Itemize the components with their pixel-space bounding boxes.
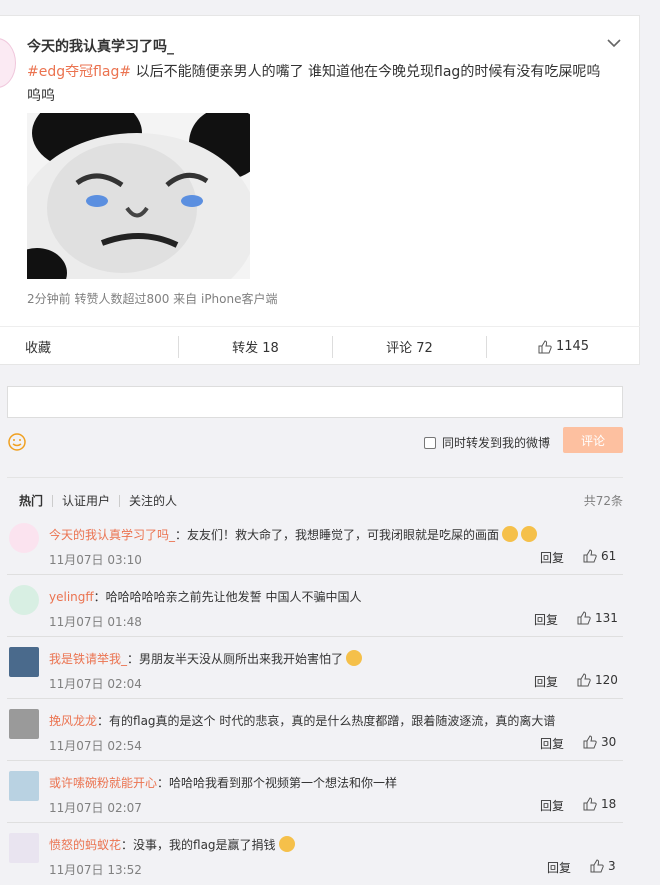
commenter-avatar[interactable]: [9, 771, 39, 801]
comment-like-button[interactable]: 131: [577, 611, 618, 625]
emoji-icon: [521, 526, 538, 542]
comment-time: 11月07日 02:07: [49, 801, 142, 815]
topic-tag-link[interactable]: #edg夺冠flag#: [27, 64, 131, 80]
repost-button[interactable]: 转发 18: [179, 335, 333, 358]
like-button[interactable]: 1145: [487, 336, 640, 358]
comment-like-button[interactable]: 3: [590, 859, 616, 873]
commenter-avatar[interactable]: [9, 647, 39, 677]
reply-button[interactable]: 回复: [534, 673, 558, 690]
comment-text: ：哈哈哈我看到那个视频第一个想法和你一样: [157, 776, 398, 790]
commenter-name[interactable]: yelingff: [49, 590, 94, 604]
commenter-name[interactable]: 我是铁请举我_: [49, 652, 127, 666]
comment-time: 11月07日 02:54: [49, 739, 142, 753]
thumbs-up-icon: [538, 339, 552, 353]
reply-button[interactable]: 回复: [534, 611, 558, 628]
commenter-name[interactable]: 或许嗦碗粉就能开心: [49, 776, 157, 790]
page-scrollbar-track[interactable]: [645, 0, 660, 876]
emoji-icon: [278, 836, 295, 852]
comment-time: 11月07日 03:10: [49, 553, 142, 567]
author-avatar[interactable]: [0, 38, 16, 88]
comment-input[interactable]: [7, 386, 623, 418]
thumbs-up-icon: [590, 859, 604, 873]
emoji-icon[interactable]: [8, 433, 26, 451]
chevron-down-icon[interactable]: [605, 36, 623, 50]
weibo-post-card: 今天的我认真学习了吗_ #edg夺冠flag# 以后不能随便亲男人的嘴了 谁知道…: [0, 15, 640, 365]
comment-like-count: 30: [601, 735, 617, 749]
favorite-button[interactable]: 收藏: [0, 335, 179, 358]
comment-text: ：哈哈哈哈哈亲之前先让他发誓 中国人不骗中国人: [93, 590, 362, 604]
reply-button[interactable]: 回复: [547, 859, 571, 876]
comment-like-count: 120: [595, 673, 618, 687]
post-content: #edg夺冠flag# 以后不能随便亲男人的嘴了 谁知道他在今晚兑现flag的时…: [27, 60, 607, 108]
commenter-name[interactable]: 愤怒的蚂蚁花: [49, 838, 121, 852]
comment-item: 我是铁请举我_：男朋友半天没从厕所出来我开始害怕了 11月07日 02:04 回…: [7, 637, 623, 699]
comment-like-count: 3: [608, 859, 616, 873]
commenter-name[interactable]: 挽风龙龙: [49, 714, 97, 728]
comment-text: ：没事，我的flag是赢了捐钱: [121, 838, 276, 852]
commenter-avatar[interactable]: [9, 585, 39, 615]
repost-checkbox[interactable]: 同时转发到我的微博: [424, 434, 550, 451]
tab-hot[interactable]: 热门: [7, 494, 54, 507]
comment-text: ：男朋友半天没从厕所出来我开始害怕了: [127, 652, 344, 666]
reply-button[interactable]: 回复: [540, 549, 564, 566]
reply-button[interactable]: 回复: [540, 797, 564, 814]
comment-item: yelingff：哈哈哈哈哈亲之前先让他发誓 中国人不骗中国人 11月07日 0…: [7, 575, 623, 637]
comment-like-count: 61: [601, 549, 617, 563]
comment-text: ：友友们！救大命了，我想睡觉了，可我闭眼就是吃屎的画面: [175, 528, 500, 542]
tab-following[interactable]: 关注的人: [120, 495, 186, 507]
comment-like-count: 131: [595, 611, 618, 625]
comment-like-button[interactable]: 18: [583, 797, 616, 811]
post-action-bar: 收藏 转发 18 评论 72 1145: [0, 326, 640, 366]
emoji-icon: [502, 526, 519, 542]
comment-item: 今天的我认真学习了吗_：友友们！救大命了，我想睡觉了，可我闭眼就是吃屎的画面 1…: [7, 513, 623, 575]
commenter-avatar[interactable]: [9, 833, 39, 863]
comment-like-count: 18: [601, 797, 617, 811]
tab-verified[interactable]: 认证用户: [53, 494, 121, 507]
thumbs-up-icon: [583, 797, 597, 811]
comment-like-button[interactable]: 30: [583, 735, 616, 749]
panda-meme-image[interactable]: [27, 113, 250, 279]
comment-item: 挽风龙龙：有的flag真的是这个 时代的悲哀，真的是什么热度都蹭，跟着随波逐流，…: [7, 699, 623, 761]
commenter-name[interactable]: 今天的我认真学习了吗_: [49, 528, 175, 542]
thumbs-up-icon: [583, 549, 597, 563]
comment-item: 或许嗦碗粉就能开心：哈哈哈我看到那个视频第一个想法和你一样 11月07日 02:…: [7, 761, 623, 823]
comment-time: 11月07日 02:04: [49, 677, 142, 691]
post-author-name[interactable]: 今天的我认真学习了吗_: [27, 36, 174, 56]
comment-like-button[interactable]: 120: [577, 673, 618, 687]
comment-list: 今天的我认真学习了吗_：友友们！救大命了，我想睡觉了，可我闭眼就是吃屎的画面 1…: [7, 513, 623, 885]
comment-like-button[interactable]: 61: [583, 549, 616, 563]
comment-button[interactable]: 评论 72: [333, 335, 487, 358]
thumbs-up-icon: [577, 611, 591, 625]
thumbs-up-icon: [577, 673, 591, 687]
commenter-avatar[interactable]: [9, 523, 39, 553]
comment-time: 11月07日 13:52: [49, 863, 142, 877]
like-count: 1145: [555, 339, 590, 354]
comment-section: 同时转发到我的微博 评论 热门 认证用户 关注的人 共72条 今天的我认真学习了…: [0, 365, 640, 877]
reply-button[interactable]: 回复: [540, 735, 564, 752]
thumbs-up-icon: [583, 735, 597, 749]
comment-text: ：有的flag真的是这个 时代的悲哀，真的是什么热度都蹭，跟着随波逐流，真的离大…: [97, 714, 556, 728]
emoji-icon: [346, 650, 363, 666]
repost-checkbox-label: 同时转发到我的微博: [442, 436, 551, 450]
commenter-avatar[interactable]: [9, 709, 39, 739]
comment-time: 11月07日 01:48: [49, 615, 142, 629]
checkbox-box[interactable]: [424, 436, 436, 449]
comment-total: 共72条: [583, 494, 623, 508]
submit-comment-button[interactable]: 评论: [563, 427, 623, 453]
post-meta: 2分钟前 转赞人数超过800 来自 iPhone客户端: [27, 292, 278, 306]
